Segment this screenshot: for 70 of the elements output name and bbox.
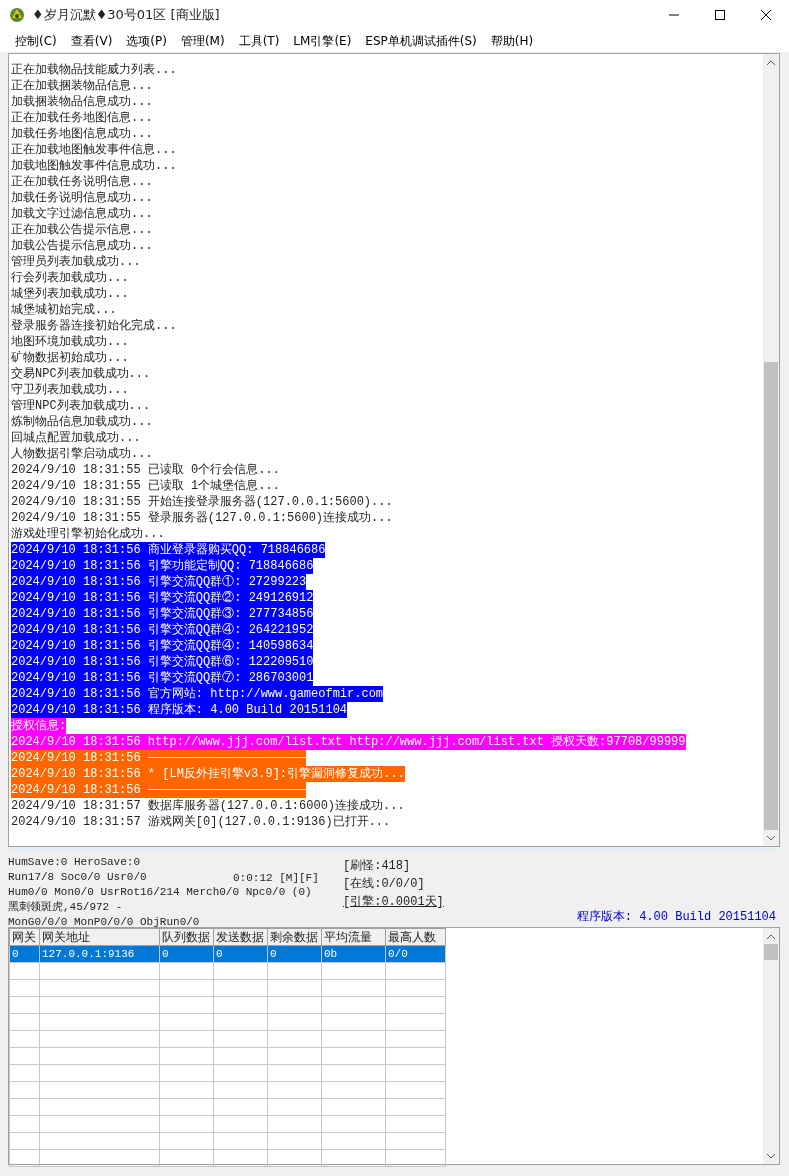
log-line: 加载文字过滤信息成功... — [11, 206, 153, 222]
scroll-thumb[interactable] — [764, 362, 778, 830]
scrollbar[interactable] — [763, 928, 779, 1164]
menu-item[interactable]: ESP单机调试插件(S) — [358, 32, 484, 50]
status-text: [刷怪:418] — [343, 859, 411, 873]
close-icon[interactable] — [761, 10, 771, 20]
column-header[interactable]: 平均流量 — [321, 928, 386, 946]
table-row[interactable]: 0 127.0.0.1:9136 0 0 0 0b 0/0 — [9, 945, 446, 963]
log-line: 矿物数据初始成功... — [11, 350, 129, 366]
log-line: 地图环境加载成功... — [11, 334, 129, 350]
log-line: 守卫列表加载成功... — [11, 382, 129, 398]
menu-item[interactable]: 查看(V) — [63, 32, 120, 50]
scroll-down-icon[interactable] — [767, 1153, 775, 1159]
log-line: 加载任务地图信息成功... — [11, 126, 153, 142]
log-line: 2024/9/10 18:31:57 数据库服务器(127.0.0.1:6000)连接成功... — [11, 798, 405, 814]
menu-item[interactable]: LM引擎(E) — [286, 32, 359, 50]
log-line: 加载地图触发事件信息成功... — [11, 158, 177, 174]
log-line: 正在加载任务地图信息... — [11, 110, 153, 126]
timer-text: 0:0:12 [M][F] — [233, 872, 319, 884]
log-line: 2024/9/10 18:31:55 已读取 0个行会信息... — [11, 462, 280, 478]
column-header[interactable]: 网关地址 — [39, 928, 160, 946]
engine-link[interactable]: [引擎:0.0001天] — [343, 895, 444, 909]
column-header[interactable]: 发送数据 — [213, 928, 268, 946]
app-icon — [8, 6, 26, 24]
column-header[interactable]: 剩余数据 — [267, 928, 322, 946]
scroll-up-icon[interactable] — [767, 59, 775, 65]
log-line: 2024/9/10 18:31:55 开始连接登录服务器(127.0.0.1:5600)... — [11, 494, 393, 510]
menu-item[interactable]: 工具(T) — [231, 32, 287, 50]
log-line: 正在加载物品技能威力列表... — [11, 62, 177, 78]
column-header[interactable]: 最高人数 — [385, 928, 446, 946]
menu-item[interactable]: 控制(C) — [8, 32, 64, 50]
log-line: 2024/9/10 18:31:55 已读取 1个城堡信息... — [11, 478, 280, 494]
log-line: 游戏处理引擎初始化成功... — [11, 526, 165, 542]
scroll-up-icon[interactable] — [767, 933, 775, 939]
log-line: 加载公告提示信息成功... — [11, 238, 153, 254]
status-text: Hum0/0 Mon0/0 UsrRot16/214 Merch0/0 Npc0/0 (0) — [8, 885, 312, 900]
log-line: 人物数据引擎启动成功... — [11, 446, 153, 462]
log-line: 城堡城初始完成... — [11, 302, 117, 318]
status-text: HumSave:0 HeroSave:0 — [8, 855, 141, 870]
log-line: 正在加载地图触发事件信息... — [11, 142, 177, 158]
log-line: 管理员列表加载成功... — [11, 254, 141, 270]
menu-item[interactable]: 管理(M) — [173, 32, 232, 50]
log-line: 回城点配置加载成功... — [11, 430, 141, 446]
scroll-down-icon[interactable] — [767, 835, 775, 841]
log-line: 行会列表加载成功... — [11, 270, 129, 286]
status-text: 黑刺领斑虎,45/972 - — [8, 900, 123, 915]
log-line: 2024/9/10 18:31:55 登录服务器(127.0.0.1:5600)连接成功... — [11, 510, 393, 526]
maximize-icon[interactable] — [715, 10, 725, 20]
log-line: 城堡列表加载成功... — [11, 286, 129, 302]
log-line: 正在加载捆装物品信息... — [11, 78, 153, 94]
status-text: [在线:0/0/0] — [343, 877, 425, 891]
column-header[interactable]: 队列数据 — [159, 928, 214, 946]
status-text: MonG0/0/0 MonP0/0/0 ObjRun0/0 — [8, 915, 200, 930]
column-header[interactable]: 网关 — [9, 928, 40, 946]
log-line: 正在加载公告提示信息... — [11, 222, 153, 238]
log-line: 管理NPC列表加载成功... — [11, 398, 151, 414]
log-line: 加载捆装物品信息成功... — [11, 94, 153, 110]
log-line: 正在加载任务说明信息... — [11, 174, 153, 190]
menu-item[interactable]: 帮助(H) — [483, 32, 541, 50]
log-line: 2024/9/10 18:31:57 游戏网关[0](127.0.0.1:9136)已打开... — [11, 814, 391, 830]
status-text: Run17/8 Soc0/0 Usr0/0 — [8, 870, 147, 885]
log-line: 交易NPC列表加载成功... — [11, 366, 151, 382]
menu-item[interactable]: 选项(P) — [119, 32, 174, 50]
version-text: 程序版本: 4.00 Build 20151104 — [576, 909, 777, 926]
log-line: 炼制物品信息加载成功... — [11, 414, 153, 430]
scroll-thumb[interactable] — [764, 944, 778, 960]
log-line: 加载任务说明信息成功... — [11, 190, 153, 206]
window-title: ♦岁月沉默♦30号01区 [商业版] — [32, 6, 221, 25]
log-line: 登录服务器连接初始化完成... — [11, 318, 177, 334]
scrollbar[interactable] — [763, 54, 779, 846]
